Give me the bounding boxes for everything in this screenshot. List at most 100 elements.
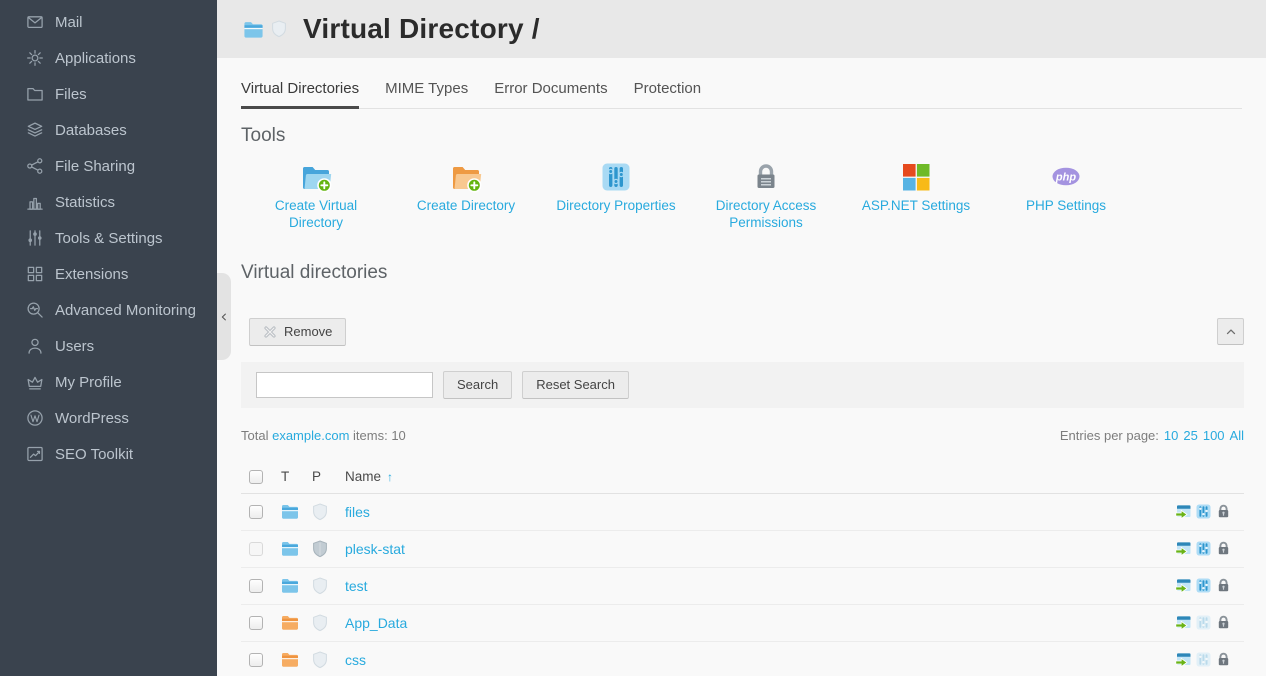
directory-name-link[interactable]: test (345, 578, 368, 594)
sidebar-item-advanced-monitoring[interactable]: Advanced Monitoring (0, 292, 217, 328)
crown-icon (26, 373, 44, 391)
row-checkbox[interactable] (249, 542, 263, 556)
page-header: Virtual Directory / (217, 0, 1266, 58)
row-checkbox[interactable] (249, 616, 263, 630)
folder-orange-icon (281, 652, 312, 667)
search-button-label: Search (457, 377, 498, 392)
sidebar-item-extensions[interactable]: Extensions (0, 256, 217, 292)
sidebar-item-label: Users (55, 338, 94, 355)
share-icon (26, 157, 44, 175)
list-area: Remove Search Reset Search Total example… (241, 318, 1244, 676)
entries-option-all[interactable]: All (1230, 428, 1244, 443)
directory-name-link[interactable]: css (345, 652, 366, 668)
sidebar-nav: Mail Applications Files Databases File S… (0, 0, 217, 472)
directory-name-link[interactable]: App_Data (345, 615, 407, 631)
row-checkbox[interactable] (249, 653, 263, 667)
entries-label: Entries per page: (1060, 428, 1159, 443)
sliders-icon (26, 229, 44, 247)
sidebar-item-label: My Profile (55, 374, 122, 391)
open-in-web-icon[interactable] (1175, 651, 1192, 668)
row-checkbox[interactable] (249, 579, 263, 593)
tool-label: PHP Settings (999, 198, 1133, 215)
tool-php-settings[interactable]: php PHP Settings (991, 161, 1141, 232)
sidebar-item-databases[interactable]: Databases (0, 112, 217, 148)
search-input[interactable] (256, 372, 433, 398)
table-row-test: test (241, 568, 1244, 605)
shield-icon (312, 614, 345, 632)
domain-link[interactable]: example.com (272, 428, 349, 443)
directory-name-link[interactable]: plesk-stat (345, 541, 405, 557)
select-all-checkbox[interactable] (249, 470, 263, 484)
directory-name-link[interactable]: files (345, 504, 370, 520)
table-row-files: files (241, 494, 1244, 531)
entries-option-25[interactable]: 25 (1183, 428, 1197, 443)
sidebar-item-statistics[interactable]: Statistics (0, 184, 217, 220)
open-in-web-icon[interactable] (1175, 503, 1192, 520)
directory-properties-icon[interactable] (1195, 651, 1212, 668)
directory-properties-icon[interactable] (1195, 503, 1212, 520)
reset-search-button[interactable]: Reset Search (522, 371, 629, 399)
access-permissions-icon[interactable] (1215, 577, 1232, 594)
folder-plus-orange-icon (450, 161, 482, 193)
sidebar-item-mail[interactable]: Mail (0, 4, 217, 40)
sidebar-item-label: Mail (55, 14, 83, 31)
table-row-css: css (241, 642, 1244, 676)
row-checkbox[interactable] (249, 505, 263, 519)
sidebar-item-label: Applications (55, 50, 136, 67)
open-in-web-icon[interactable] (1175, 577, 1192, 594)
sidebar-item-applications[interactable]: Applications (0, 40, 217, 76)
access-permissions-icon[interactable] (1215, 540, 1232, 557)
blocks-icon (26, 265, 44, 283)
gear-icon (26, 49, 44, 67)
sidebar-item-tools-settings[interactable]: Tools & Settings (0, 220, 217, 256)
sidebar-item-file-sharing[interactable]: File Sharing (0, 148, 217, 184)
access-permissions-icon[interactable] (1215, 651, 1232, 668)
sidebar-item-label: SEO Toolkit (55, 446, 133, 463)
access-permissions-icon[interactable] (1215, 503, 1232, 520)
sort-ascending-icon[interactable]: ↑ (387, 470, 393, 484)
tool-asp-net-settings[interactable]: ASP.NET Settings (841, 161, 991, 232)
tab-label: Error Documents (494, 80, 607, 97)
tab-protection[interactable]: Protection (634, 80, 702, 108)
main-content: Virtual Directory / Virtual Directories M… (217, 0, 1266, 676)
remove-x-icon (263, 325, 277, 339)
sidebar-item-seo-toolkit[interactable]: SEO Toolkit (0, 436, 217, 472)
column-name[interactable]: Name (345, 469, 381, 484)
tab-error-documents[interactable]: Error Documents (494, 80, 607, 108)
access-permissions-icon[interactable] (1215, 614, 1232, 631)
folder-blue-icon (281, 578, 312, 593)
properties-sliders-icon (600, 161, 632, 193)
sidebar-item-my-profile[interactable]: My Profile (0, 364, 217, 400)
padlock-icon (750, 161, 782, 193)
tool-create-directory[interactable]: Create Directory (391, 161, 541, 232)
sidebar-item-files[interactable]: Files (0, 76, 217, 112)
sidebar-item-wordpress[interactable]: WordPress (0, 400, 217, 436)
sidebar-item-users[interactable]: Users (0, 328, 217, 364)
tool-directory-access-permissions[interactable]: Directory Access Permissions (691, 161, 841, 232)
entries-option-100[interactable]: 100 (1203, 428, 1225, 443)
virtual-directory-folder-icon (243, 21, 264, 38)
search-button[interactable]: Search (443, 371, 512, 399)
search-panel: Search Reset Search (241, 362, 1244, 408)
tab-mime-types[interactable]: MIME Types (385, 80, 468, 108)
directory-properties-icon[interactable] (1195, 577, 1212, 594)
entries-option-10[interactable]: 10 (1164, 428, 1178, 443)
column-type: T (281, 469, 312, 484)
collapse-list-button[interactable] (1217, 318, 1244, 345)
folder-orange-icon (281, 615, 312, 630)
tab-virtual-directories[interactable]: Virtual Directories (241, 80, 359, 108)
wordpress-icon (26, 409, 44, 427)
open-in-web-icon[interactable] (1175, 614, 1192, 631)
column-protection: P (312, 469, 345, 484)
tool-directory-properties[interactable]: Directory Properties (541, 161, 691, 232)
open-in-web-icon[interactable] (1175, 540, 1192, 557)
remove-button[interactable]: Remove (249, 318, 346, 346)
tool-label: Create Virtual Directory (249, 198, 383, 232)
directory-properties-icon[interactable] (1195, 540, 1212, 557)
tool-create-virtual-directory[interactable]: Create Virtual Directory (241, 161, 391, 232)
sidebar-collapse-handle[interactable] (217, 273, 231, 360)
user-icon (26, 337, 44, 355)
tool-label: Directory Properties (549, 198, 683, 215)
tools-heading: Tools (241, 125, 1242, 147)
directory-properties-icon[interactable] (1195, 614, 1212, 631)
